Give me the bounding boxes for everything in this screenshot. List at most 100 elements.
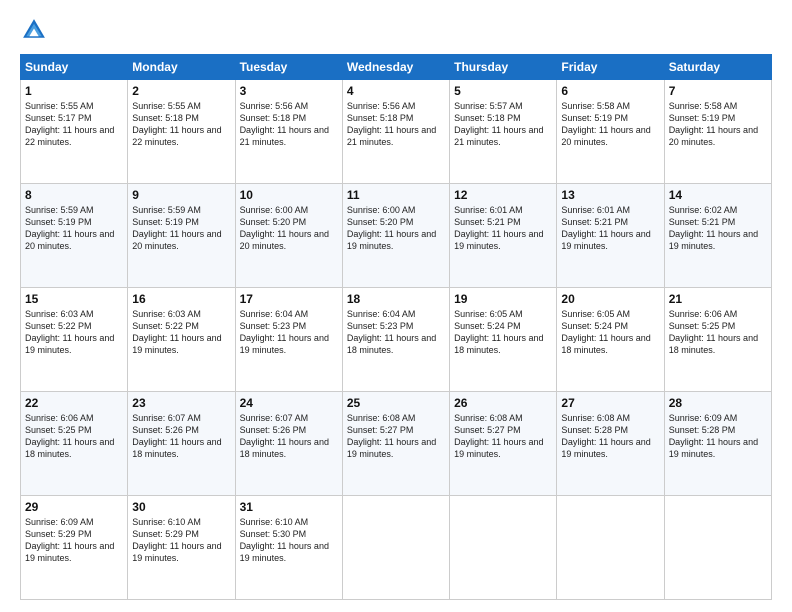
calendar-cell: 30 Sunrise: 6:10 AM Sunset: 5:29 PM Dayl… xyxy=(128,496,235,600)
calendar-cell: 21 Sunrise: 6:06 AM Sunset: 5:25 PM Dayl… xyxy=(664,288,771,392)
cell-info: Sunrise: 6:06 AM Sunset: 5:25 PM Dayligh… xyxy=(669,308,767,357)
cell-info: Sunrise: 6:00 AM Sunset: 5:20 PM Dayligh… xyxy=(240,204,338,253)
calendar-cell: 18 Sunrise: 6:04 AM Sunset: 5:23 PM Dayl… xyxy=(342,288,449,392)
calendar-cell: 24 Sunrise: 6:07 AM Sunset: 5:26 PM Dayl… xyxy=(235,392,342,496)
col-header-sunday: Sunday xyxy=(21,55,128,80)
calendar-cell: 15 Sunrise: 6:03 AM Sunset: 5:22 PM Dayl… xyxy=(21,288,128,392)
calendar-cell: 6 Sunrise: 5:58 AM Sunset: 5:19 PM Dayli… xyxy=(557,80,664,184)
cell-info: Sunrise: 6:01 AM Sunset: 5:21 PM Dayligh… xyxy=(454,204,552,253)
day-number: 28 xyxy=(669,396,767,410)
calendar-cell: 5 Sunrise: 5:57 AM Sunset: 5:18 PM Dayli… xyxy=(450,80,557,184)
day-number: 6 xyxy=(561,84,659,98)
day-number: 9 xyxy=(132,188,230,202)
cell-info: Sunrise: 5:58 AM Sunset: 5:19 PM Dayligh… xyxy=(561,100,659,149)
cell-info: Sunrise: 6:02 AM Sunset: 5:21 PM Dayligh… xyxy=(669,204,767,253)
col-header-wednesday: Wednesday xyxy=(342,55,449,80)
day-number: 24 xyxy=(240,396,338,410)
calendar-cell: 23 Sunrise: 6:07 AM Sunset: 5:26 PM Dayl… xyxy=(128,392,235,496)
calendar-week-row: 1 Sunrise: 5:55 AM Sunset: 5:17 PM Dayli… xyxy=(21,80,772,184)
day-number: 23 xyxy=(132,396,230,410)
day-number: 11 xyxy=(347,188,445,202)
calendar-cell xyxy=(664,496,771,600)
day-number: 25 xyxy=(347,396,445,410)
cell-info: Sunrise: 5:55 AM Sunset: 5:18 PM Dayligh… xyxy=(132,100,230,149)
cell-info: Sunrise: 6:00 AM Sunset: 5:20 PM Dayligh… xyxy=(347,204,445,253)
cell-info: Sunrise: 6:08 AM Sunset: 5:28 PM Dayligh… xyxy=(561,412,659,461)
calendar-cell: 11 Sunrise: 6:00 AM Sunset: 5:20 PM Dayl… xyxy=(342,184,449,288)
day-number: 12 xyxy=(454,188,552,202)
calendar-week-row: 29 Sunrise: 6:09 AM Sunset: 5:29 PM Dayl… xyxy=(21,496,772,600)
day-number: 20 xyxy=(561,292,659,306)
calendar-cell: 25 Sunrise: 6:08 AM Sunset: 5:27 PM Dayl… xyxy=(342,392,449,496)
day-number: 8 xyxy=(25,188,123,202)
calendar-cell: 4 Sunrise: 5:56 AM Sunset: 5:18 PM Dayli… xyxy=(342,80,449,184)
day-number: 21 xyxy=(669,292,767,306)
day-number: 27 xyxy=(561,396,659,410)
cell-info: Sunrise: 6:07 AM Sunset: 5:26 PM Dayligh… xyxy=(240,412,338,461)
calendar-cell: 10 Sunrise: 6:00 AM Sunset: 5:20 PM Dayl… xyxy=(235,184,342,288)
calendar-cell: 26 Sunrise: 6:08 AM Sunset: 5:27 PM Dayl… xyxy=(450,392,557,496)
day-number: 22 xyxy=(25,396,123,410)
col-header-friday: Friday xyxy=(557,55,664,80)
day-number: 10 xyxy=(240,188,338,202)
cell-info: Sunrise: 6:07 AM Sunset: 5:26 PM Dayligh… xyxy=(132,412,230,461)
day-number: 13 xyxy=(561,188,659,202)
cell-info: Sunrise: 6:04 AM Sunset: 5:23 PM Dayligh… xyxy=(347,308,445,357)
calendar-cell: 27 Sunrise: 6:08 AM Sunset: 5:28 PM Dayl… xyxy=(557,392,664,496)
calendar-cell: 1 Sunrise: 5:55 AM Sunset: 5:17 PM Dayli… xyxy=(21,80,128,184)
cell-info: Sunrise: 5:56 AM Sunset: 5:18 PM Dayligh… xyxy=(240,100,338,149)
day-number: 2 xyxy=(132,84,230,98)
cell-info: Sunrise: 6:06 AM Sunset: 5:25 PM Dayligh… xyxy=(25,412,123,461)
calendar-cell xyxy=(557,496,664,600)
col-header-monday: Monday xyxy=(128,55,235,80)
day-number: 16 xyxy=(132,292,230,306)
cell-info: Sunrise: 5:58 AM Sunset: 5:19 PM Dayligh… xyxy=(669,100,767,149)
day-number: 4 xyxy=(347,84,445,98)
calendar-header-row: SundayMondayTuesdayWednesdayThursdayFrid… xyxy=(21,55,772,80)
logo xyxy=(20,16,52,44)
calendar-cell: 12 Sunrise: 6:01 AM Sunset: 5:21 PM Dayl… xyxy=(450,184,557,288)
cell-info: Sunrise: 6:04 AM Sunset: 5:23 PM Dayligh… xyxy=(240,308,338,357)
calendar-cell: 3 Sunrise: 5:56 AM Sunset: 5:18 PM Dayli… xyxy=(235,80,342,184)
calendar-week-row: 15 Sunrise: 6:03 AM Sunset: 5:22 PM Dayl… xyxy=(21,288,772,392)
logo-icon xyxy=(20,16,48,44)
col-header-saturday: Saturday xyxy=(664,55,771,80)
cell-info: Sunrise: 6:08 AM Sunset: 5:27 PM Dayligh… xyxy=(454,412,552,461)
day-number: 14 xyxy=(669,188,767,202)
day-number: 17 xyxy=(240,292,338,306)
day-number: 18 xyxy=(347,292,445,306)
day-number: 7 xyxy=(669,84,767,98)
cell-info: Sunrise: 5:56 AM Sunset: 5:18 PM Dayligh… xyxy=(347,100,445,149)
calendar-cell: 31 Sunrise: 6:10 AM Sunset: 5:30 PM Dayl… xyxy=(235,496,342,600)
cell-info: Sunrise: 6:03 AM Sunset: 5:22 PM Dayligh… xyxy=(132,308,230,357)
col-header-tuesday: Tuesday xyxy=(235,55,342,80)
cell-info: Sunrise: 5:59 AM Sunset: 5:19 PM Dayligh… xyxy=(25,204,123,253)
calendar-cell: 28 Sunrise: 6:09 AM Sunset: 5:28 PM Dayl… xyxy=(664,392,771,496)
day-number: 31 xyxy=(240,500,338,514)
cell-info: Sunrise: 6:05 AM Sunset: 5:24 PM Dayligh… xyxy=(454,308,552,357)
header xyxy=(20,16,772,44)
day-number: 26 xyxy=(454,396,552,410)
calendar-cell: 2 Sunrise: 5:55 AM Sunset: 5:18 PM Dayli… xyxy=(128,80,235,184)
day-number: 3 xyxy=(240,84,338,98)
day-number: 29 xyxy=(25,500,123,514)
cell-info: Sunrise: 6:10 AM Sunset: 5:29 PM Dayligh… xyxy=(132,516,230,565)
calendar-cell xyxy=(450,496,557,600)
calendar-cell: 8 Sunrise: 5:59 AM Sunset: 5:19 PM Dayli… xyxy=(21,184,128,288)
cell-info: Sunrise: 6:09 AM Sunset: 5:29 PM Dayligh… xyxy=(25,516,123,565)
calendar-week-row: 8 Sunrise: 5:59 AM Sunset: 5:19 PM Dayli… xyxy=(21,184,772,288)
col-header-thursday: Thursday xyxy=(450,55,557,80)
calendar-cell: 17 Sunrise: 6:04 AM Sunset: 5:23 PM Dayl… xyxy=(235,288,342,392)
cell-info: Sunrise: 6:09 AM Sunset: 5:28 PM Dayligh… xyxy=(669,412,767,461)
cell-info: Sunrise: 6:08 AM Sunset: 5:27 PM Dayligh… xyxy=(347,412,445,461)
calendar-cell: 20 Sunrise: 6:05 AM Sunset: 5:24 PM Dayl… xyxy=(557,288,664,392)
cell-info: Sunrise: 6:01 AM Sunset: 5:21 PM Dayligh… xyxy=(561,204,659,253)
calendar-week-row: 22 Sunrise: 6:06 AM Sunset: 5:25 PM Dayl… xyxy=(21,392,772,496)
cell-info: Sunrise: 6:05 AM Sunset: 5:24 PM Dayligh… xyxy=(561,308,659,357)
calendar-cell: 22 Sunrise: 6:06 AM Sunset: 5:25 PM Dayl… xyxy=(21,392,128,496)
calendar-cell: 16 Sunrise: 6:03 AM Sunset: 5:22 PM Dayl… xyxy=(128,288,235,392)
calendar-cell: 14 Sunrise: 6:02 AM Sunset: 5:21 PM Dayl… xyxy=(664,184,771,288)
calendar-cell: 29 Sunrise: 6:09 AM Sunset: 5:29 PM Dayl… xyxy=(21,496,128,600)
calendar-table: SundayMondayTuesdayWednesdayThursdayFrid… xyxy=(20,54,772,600)
cell-info: Sunrise: 5:59 AM Sunset: 5:19 PM Dayligh… xyxy=(132,204,230,253)
